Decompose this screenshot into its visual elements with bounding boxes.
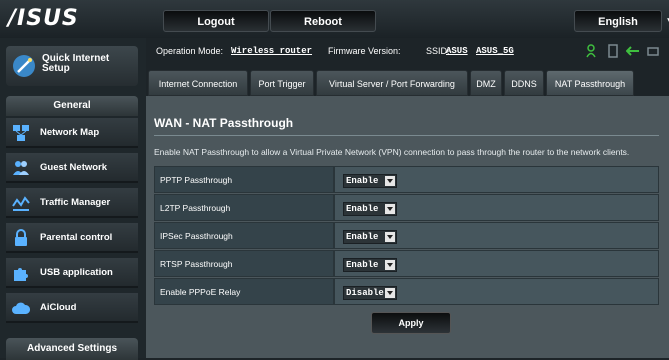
firmware-version-label: Firmware Version: — [328, 46, 401, 56]
setting-label: IPSec Passthrough — [154, 222, 334, 249]
usb-status-icon[interactable] — [606, 44, 620, 58]
chevron-down-icon — [385, 260, 395, 270]
setting-value-cell: Enable — [334, 250, 659, 277]
select-value: Enable — [346, 204, 379, 214]
table-row: Enable PPPoE Relay Disable — [154, 278, 659, 306]
language-label: English — [598, 16, 638, 28]
sidebar-item-traffic-manager[interactable]: Traffic Manager — [6, 188, 138, 218]
tab-nat-passthrough[interactable]: NAT Passthrough — [546, 70, 634, 96]
sidebar-item-label: Network Map — [40, 127, 100, 138]
ssid-2g-link[interactable]: ASUS — [446, 46, 468, 56]
apply-button[interactable]: Apply — [371, 312, 451, 334]
language-select[interactable]: English ▼ — [574, 10, 669, 32]
sidebar-item-parental-control[interactable]: Parental control — [6, 223, 138, 253]
reboot-button[interactable]: Reboot — [270, 10, 376, 32]
sidebar-item-label: Traffic Manager — [40, 197, 111, 208]
chevron-down-icon — [385, 176, 395, 186]
sidebar-item-label: USB application — [40, 267, 113, 278]
sidebar-item-aicloud[interactable]: AiCloud — [6, 293, 138, 323]
ipsec-passthrough-select[interactable]: Enable — [343, 230, 397, 244]
magic-wand-icon — [13, 55, 35, 77]
tab-internet-connection[interactable]: Internet Connection — [148, 70, 248, 96]
sidebar-item-label: AiCloud — [40, 302, 77, 313]
sidebar-item-label: Parental control — [40, 232, 113, 243]
puzzle-icon — [14, 268, 28, 281]
network-map-icon — [13, 125, 29, 141]
internet-status-icon[interactable] — [626, 44, 640, 58]
select-value: Enable — [346, 232, 379, 242]
rtsp-passthrough-select[interactable]: Enable — [343, 258, 397, 272]
setting-value-cell: Enable — [334, 194, 659, 221]
tab-virtual-server[interactable]: Virtual Server / Port Forwarding — [316, 70, 468, 96]
chevron-down-icon: ▼ — [665, 11, 669, 33]
table-row: RTSP Passthrough Enable — [154, 250, 659, 278]
sidebar-item-label: Guest Network — [40, 162, 108, 173]
sidebar-item-guest-network[interactable]: Guest Network — [6, 153, 138, 183]
tab-dmz[interactable]: DMZ — [470, 70, 502, 96]
quick-internet-setup-label: Quick Internet Setup — [42, 53, 110, 74]
quick-internet-setup-button[interactable]: Quick Internet Setup — [6, 46, 138, 86]
setting-value-cell: Enable — [334, 222, 659, 249]
ssid-5g-link[interactable]: ASUS_5G — [476, 46, 514, 56]
chevron-down-icon — [385, 288, 395, 298]
operation-mode-label: Operation Mode: — [156, 46, 224, 56]
asus-logo: /ISUS — [8, 6, 79, 31]
advanced-settings-header: Advanced Settings — [6, 338, 138, 360]
guest-network-icon — [13, 161, 29, 175]
setting-label: PPTP Passthrough — [154, 166, 334, 193]
tab-ddns[interactable]: DDNS — [504, 70, 544, 96]
setting-label: L2TP Passthrough — [154, 194, 334, 221]
lock-icon — [15, 229, 27, 246]
clients-icon[interactable] — [586, 44, 600, 58]
table-row: L2TP Passthrough Enable — [154, 194, 659, 222]
select-value: Disable — [346, 288, 384, 298]
setting-label: RTSP Passthrough — [154, 250, 334, 277]
logout-button[interactable]: Logout — [163, 10, 269, 32]
chevron-down-icon — [385, 204, 395, 214]
cloud-icon — [12, 302, 30, 314]
table-row: IPSec Passthrough Enable — [154, 222, 659, 250]
sidebar-item-usb-application[interactable]: USB application — [6, 258, 138, 288]
select-value: Enable — [346, 176, 379, 186]
select-value: Enable — [346, 260, 379, 270]
setting-label: Enable PPPoE Relay — [154, 278, 334, 305]
page-description: Enable NAT Passthrough to allow a Virtua… — [154, 147, 630, 157]
top-bar: /ISUS Logout Reboot English ▼ — [0, 0, 669, 38]
pppoe-relay-select[interactable]: Disable — [343, 286, 397, 300]
pptp-passthrough-select[interactable]: Enable — [343, 174, 397, 188]
traffic-manager-icon — [12, 196, 30, 211]
sidebar-item-network-map[interactable]: Network Map — [6, 118, 138, 148]
chevron-down-icon — [385, 232, 395, 242]
page-title: WAN - NAT Passthrough — [154, 116, 294, 130]
general-section-header: General — [6, 96, 138, 116]
sidebar: Quick Internet Setup General Network Map… — [0, 38, 146, 360]
tab-port-trigger[interactable]: Port Trigger — [250, 70, 314, 96]
l2tp-passthrough-select[interactable]: Enable — [343, 202, 397, 216]
status-bar: Operation Mode: Wireless router Firmware… — [146, 38, 669, 64]
printer-icon[interactable] — [646, 44, 660, 58]
main-panel: WAN - NAT Passthrough Enable NAT Passthr… — [146, 96, 669, 358]
tab-bar: Internet Connection Port Trigger Virtual… — [146, 70, 669, 96]
divider — [154, 135, 659, 136]
setting-value-cell: Enable — [334, 166, 659, 193]
operation-mode-link[interactable]: Wireless router — [231, 46, 312, 56]
table-row: PPTP Passthrough Enable — [154, 166, 659, 194]
setting-value-cell: Disable — [334, 278, 659, 305]
